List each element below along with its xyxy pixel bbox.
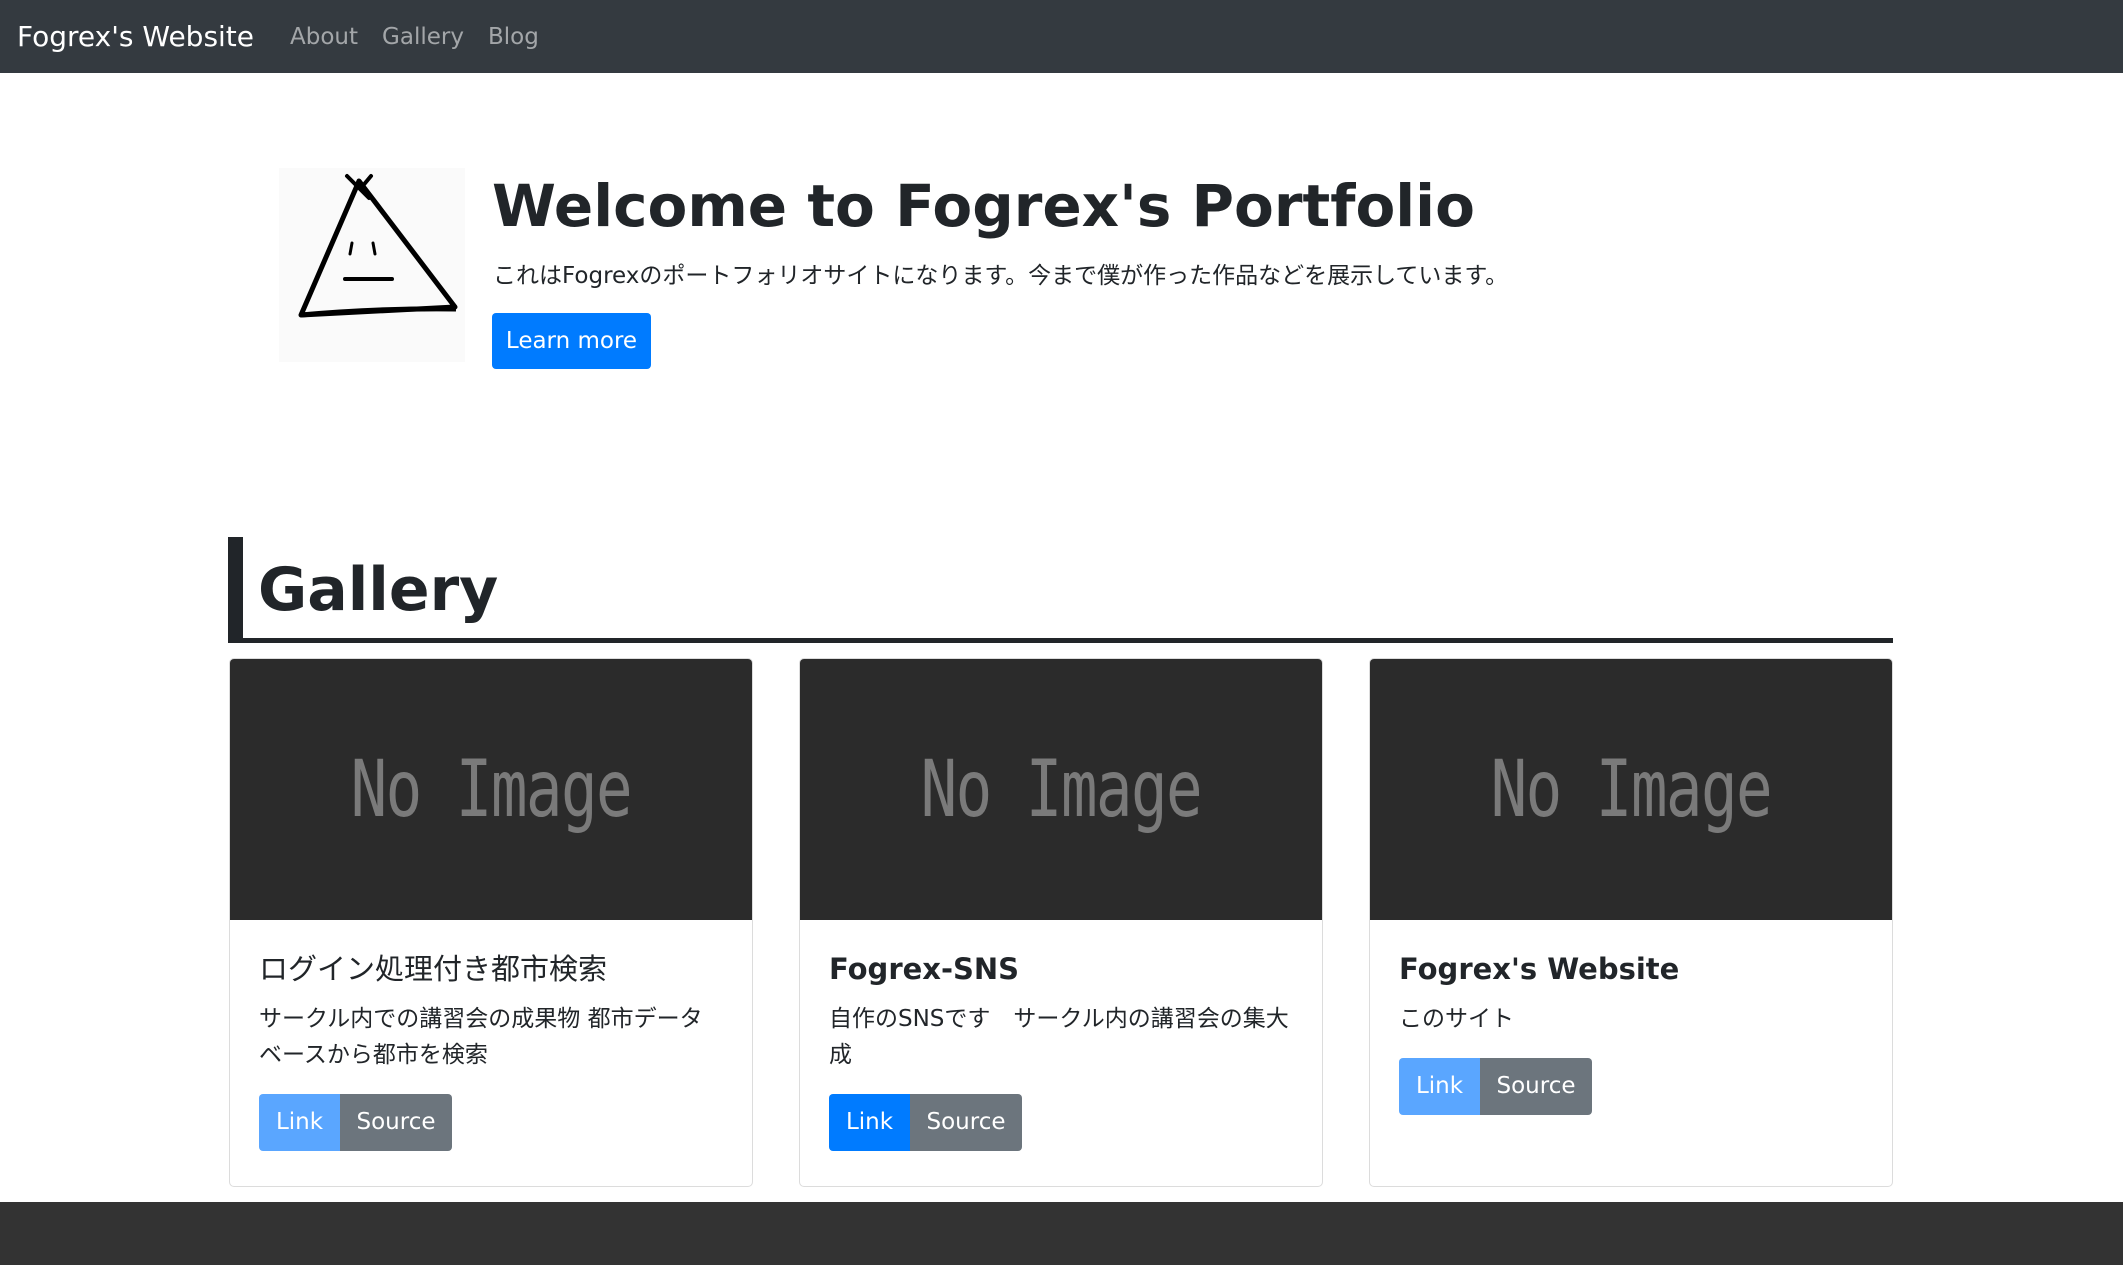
card-text: サークル内での講習会の成果物 都市データベースから都市を検索: [259, 1005, 703, 1068]
card-link-button[interactable]: Link: [259, 1093, 340, 1151]
card-image-placeholder: No Image: [230, 659, 752, 920]
card-title: Fogrex-SNS: [829, 952, 1020, 986]
card-source-button[interactable]: Source: [340, 1093, 452, 1151]
nav-link-about[interactable]: About: [290, 24, 358, 50]
card-image-placeholder: No Image: [800, 659, 1322, 920]
card-text: このサイト: [1399, 1005, 1514, 1032]
no-image-text: No Image: [920, 744, 1203, 835]
gallery-card: No Image Fogrex-SNS 自作のSNSです サークル内の講習会の集…: [799, 658, 1323, 1187]
gallery-heading-text: Gallery: [258, 555, 499, 625]
card-source-button[interactable]: Source: [910, 1093, 1022, 1151]
card-text: 自作のSNSです サークル内の講習会の集大成: [829, 1005, 1289, 1068]
gallery-heading: Gallery: [228, 537, 1893, 643]
nav-link-blog[interactable]: Blog: [488, 24, 539, 50]
brand-link[interactable]: Fogrex's Website: [17, 20, 254, 53]
no-image-text: No Image: [350, 744, 633, 835]
footer: [0, 1202, 2123, 1265]
card-link-button[interactable]: Link: [829, 1093, 910, 1151]
triangle-face-logo: [279, 168, 465, 362]
gallery-card: No Image ログイン処理付き都市検索 サークル内での講習会の成果物 都市デ…: [229, 658, 753, 1187]
hero-description: これはFogrexのポートフォリオサイトになります。今まで僕が作った作品などを展…: [493, 263, 1509, 289]
card-source-button[interactable]: Source: [1480, 1057, 1592, 1115]
card-link-button[interactable]: Link: [1399, 1057, 1480, 1115]
navbar: Fogrex's Website About Gallery Blog: [0, 0, 2123, 73]
gallery-card: No Image Fogrex's Website このサイト Link Sou…: [1369, 658, 1893, 1187]
no-image-text: No Image: [1490, 744, 1773, 835]
nav-link-gallery[interactable]: Gallery: [382, 24, 464, 50]
hero-title: Welcome to Fogrex's Portfolio: [492, 172, 1475, 240]
card-image-placeholder: No Image: [1370, 659, 1892, 920]
card-title: ログイン処理付き都市検索: [259, 952, 608, 986]
card-title: Fogrex's Website: [1399, 952, 1680, 986]
learn-more-button[interactable]: Learn more: [492, 313, 651, 369]
